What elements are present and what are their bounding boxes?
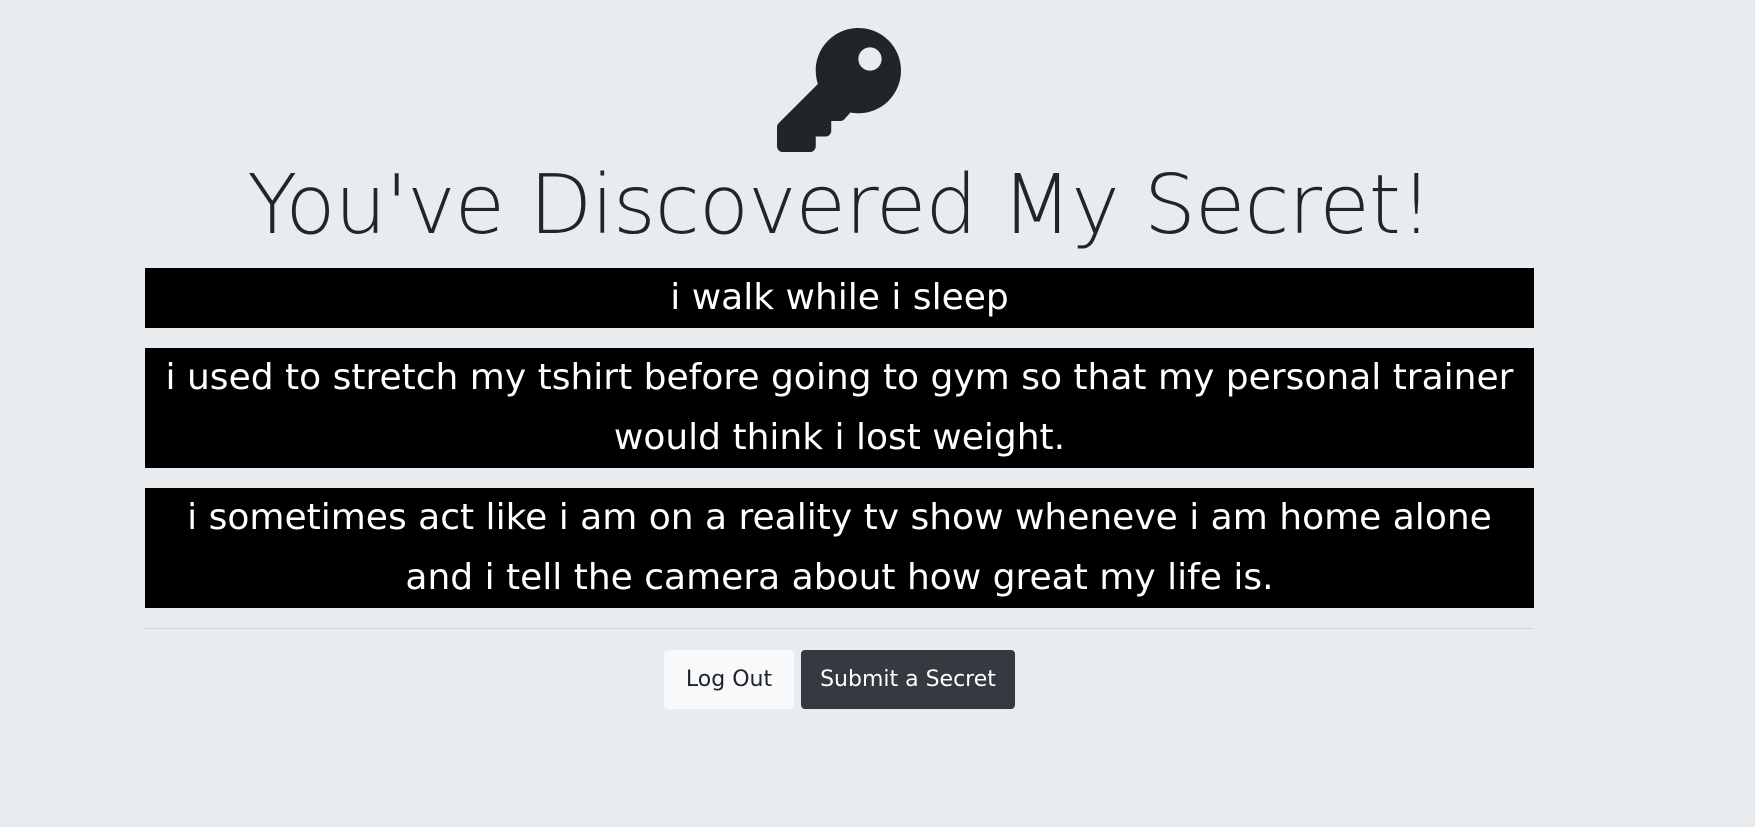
logout-button[interactable]: Log Out xyxy=(664,650,794,709)
key-icon xyxy=(777,28,901,152)
divider xyxy=(145,628,1534,629)
secret-text: i walk while i sleep xyxy=(145,268,1534,328)
secret-text: i sometimes act like i am on a reality t… xyxy=(145,488,1534,608)
submit-secret-button[interactable]: Submit a Secret xyxy=(801,650,1015,709)
page-title: You've Discovered My Secret! xyxy=(247,158,1433,253)
secret-text: i used to stretch my tshirt before going… xyxy=(145,348,1534,468)
jumbotron: You've Discovered My Secret! i walk whil… xyxy=(0,0,1755,827)
